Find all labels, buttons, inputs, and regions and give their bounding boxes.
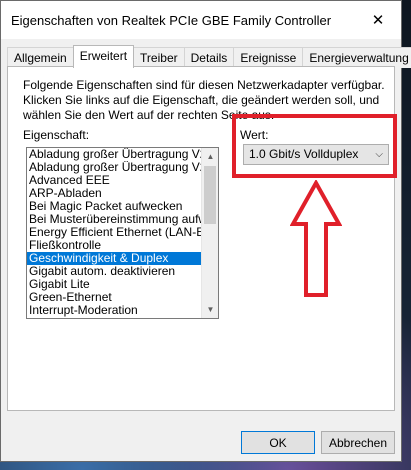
list-item[interactable]: Gigabit Lite — [27, 278, 202, 291]
property-label: Eigenschaft: — [23, 128, 90, 142]
value-label: Wert: — [240, 128, 269, 142]
window-title: Eigenschaften von Realtek PCIe GBE Famil… — [11, 12, 332, 28]
tab-strip: Allgemein Erweitert Treiber Details Erei… — [7, 45, 411, 68]
chevron-down-icon: ⌵ — [375, 149, 383, 160]
tab-treiber[interactable]: Treiber — [133, 47, 185, 68]
list-item[interactable]: Interrupt-Moderation — [27, 304, 202, 317]
list-item[interactable]: Advanced EEE — [27, 174, 202, 187]
list-item-selected[interactable]: Geschwindigkeit & Duplex — [27, 252, 202, 265]
property-listbox[interactable]: Abladung großer Übertragung V2 (IP Ablad… — [26, 147, 219, 319]
ok-button[interactable]: OK — [241, 431, 315, 454]
listbox-scrollbar[interactable]: ▲ ▼ — [201, 148, 218, 318]
tab-details[interactable]: Details — [183, 47, 235, 68]
title-bar: Eigenschaften von Realtek PCIe GBE Famil… — [1, 1, 401, 39]
tab-erweitert[interactable]: Erweitert — [72, 45, 135, 68]
tab-energieverwaltung[interactable]: Energieverwaltung — [302, 47, 411, 68]
close-icon: ✕ — [371, 12, 385, 29]
list-item[interactable]: Abladung großer Übertragung V2 (IP — [27, 161, 202, 174]
close-button[interactable]: ✕ — [355, 1, 401, 39]
red-up-arrow-icon — [290, 180, 342, 297]
list-item[interactable]: Fließkontrolle — [27, 239, 202, 252]
scroll-down-icon[interactable]: ▼ — [202, 301, 218, 318]
value-dropdown-text: 1.0 Gbit/s Vollduplex — [249, 147, 359, 161]
list-item[interactable]: Energy Efficient Ethernet (LAN-Energ — [27, 226, 202, 239]
list-item[interactable]: Bei Magic Packet aufwecken — [27, 200, 202, 213]
property-list: Abladung großer Übertragung V2 (IP Ablad… — [27, 148, 202, 317]
scroll-thumb[interactable] — [204, 166, 216, 224]
intro-text: Folgende Eigenschaften sind für diesen N… — [23, 78, 385, 122]
tab-allgemein[interactable]: Allgemein — [7, 47, 74, 68]
list-item[interactable]: Gigabit autom. deaktivieren — [27, 265, 202, 278]
list-item[interactable]: ARP-Abladen — [27, 187, 202, 200]
cancel-button[interactable]: Abbrechen — [321, 431, 395, 454]
tab-ereignisse[interactable]: Ereignisse — [233, 47, 304, 68]
scroll-up-icon[interactable]: ▲ — [202, 148, 218, 165]
list-item[interactable]: Bei Musterübereinstimmung aufweck — [27, 213, 202, 226]
list-item[interactable]: Abladung großer Übertragung V2 (IP — [27, 148, 202, 161]
value-dropdown[interactable]: 1.0 Gbit/s Vollduplex ⌵ — [243, 144, 389, 165]
list-item[interactable]: Green-Ethernet — [27, 291, 202, 304]
